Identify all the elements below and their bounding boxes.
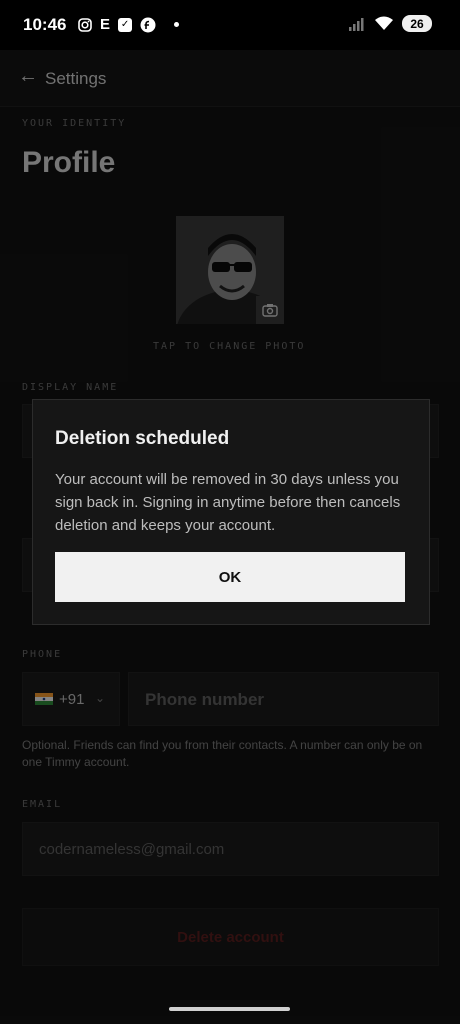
ok-button[interactable]: OK <box>55 552 405 602</box>
f-icon <box>140 17 156 32</box>
dot-icon <box>174 22 180 27</box>
instagram-icon <box>78 17 92 32</box>
wifi-icon <box>375 16 393 30</box>
dialog-title: Deletion scheduled <box>55 428 230 449</box>
signal-icon <box>349 17 364 31</box>
deletion-dialog: Deletion scheduled Your account will be … <box>32 399 430 625</box>
check-icon: ✓ <box>118 17 133 32</box>
system-icons: 26 <box>348 15 432 32</box>
e-icon: E <box>100 16 111 33</box>
notification-icons: E ✓ <box>78 16 180 33</box>
status-time: 10:46 <box>23 15 67 34</box>
home-indicator[interactable] <box>169 1007 290 1011</box>
dialog-body: Your account will be removed in 30 days … <box>55 471 401 534</box>
status-bar: 10:46 E ✓ 26 <box>0 0 460 50</box>
battery-icon: 26 <box>402 15 432 32</box>
